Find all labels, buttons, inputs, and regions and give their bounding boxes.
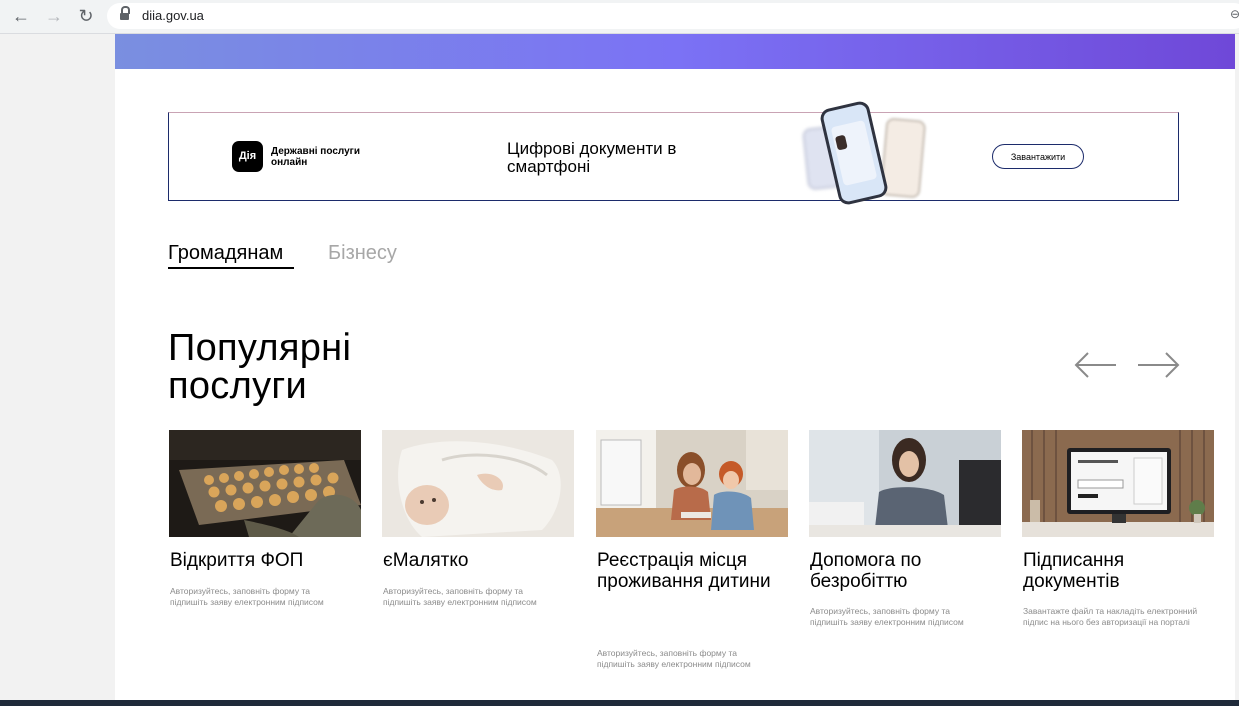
section-title: Популярні послуги bbox=[168, 327, 352, 407]
baby-photo bbox=[382, 430, 574, 537]
phone-illustration bbox=[818, 99, 890, 207]
url-text[interactable]: diia.gov.ua bbox=[142, 8, 204, 23]
taskbar bbox=[0, 700, 1239, 706]
card-title: Допомога по безробіттю bbox=[810, 550, 922, 592]
tab-citizens[interactable]: Громадянам bbox=[168, 242, 283, 265]
reload-icon[interactable]: ↻ bbox=[74, 5, 98, 27]
service-card-child-residence[interactable]: Реєстрація місця проживання дитини Автор… bbox=[596, 430, 788, 669]
woman-laptop-photo bbox=[809, 430, 1001, 537]
card-description: Авторизуйтесь, заповніть форму та підпиш… bbox=[810, 606, 964, 627]
address-bar[interactable]: diia.gov.ua bbox=[107, 3, 1239, 29]
forward-icon[interactable]: → bbox=[42, 5, 66, 27]
zoom-icon[interactable]: ⊖ bbox=[1230, 7, 1239, 21]
card-description: Авторизуйтесь, заповніть форму та підпиш… bbox=[597, 648, 751, 669]
card-title: єМалятко bbox=[383, 550, 469, 571]
arrow-right-icon[interactable] bbox=[1136, 350, 1180, 380]
header-gradient-bar bbox=[115, 34, 1235, 69]
card-title: Відкриття ФОП bbox=[170, 550, 304, 571]
banner-headline: Цифрові документи в смартфоні bbox=[507, 139, 677, 176]
service-card-fop[interactable]: Відкриття ФОП Авторизуйтесь, заповніть ф… bbox=[169, 430, 361, 607]
banner-label: Державні послуги онлайн bbox=[271, 146, 360, 168]
page-gutter-left bbox=[0, 34, 115, 706]
promo-banner[interactable]: Дія Державні послуги онлайн Цифрові доку… bbox=[168, 99, 1179, 207]
service-card-signing[interactable]: Підписання документів Завантажте файл та… bbox=[1022, 430, 1214, 627]
card-title: Підписання документів bbox=[1023, 550, 1125, 592]
page-gutter-right bbox=[1235, 34, 1239, 706]
monitor-photo bbox=[1022, 430, 1214, 537]
browser-toolbar: ← → ↻ diia.gov.ua ⊖ bbox=[0, 0, 1239, 34]
card-description: Авторизуйтесь, заповніть форму та підпиш… bbox=[383, 586, 537, 607]
lock-icon[interactable] bbox=[120, 6, 130, 21]
arrow-left-icon[interactable] bbox=[1074, 350, 1118, 380]
download-button[interactable]: Завантажити bbox=[992, 144, 1084, 169]
card-title: Реєстрація місця проживання дитини bbox=[597, 550, 771, 592]
diia-logo: Дія bbox=[232, 141, 263, 172]
service-card-unemployment[interactable]: Допомога по безробіттю Авторизуйтесь, за… bbox=[809, 430, 1001, 627]
tab-business[interactable]: Бізнесу bbox=[328, 242, 397, 265]
back-icon[interactable]: ← bbox=[9, 5, 33, 27]
family-computer-photo bbox=[596, 430, 788, 537]
muffins-photo bbox=[169, 430, 361, 537]
service-card-emalyatko[interactable]: єМалятко Авторизуйтесь, заповніть форму … bbox=[382, 430, 574, 607]
card-description: Авторизуйтесь, заповніть форму та підпиш… bbox=[170, 586, 324, 607]
card-description: Завантажте файл та накладіть електронний… bbox=[1023, 606, 1198, 627]
active-tab-underline bbox=[168, 267, 294, 269]
